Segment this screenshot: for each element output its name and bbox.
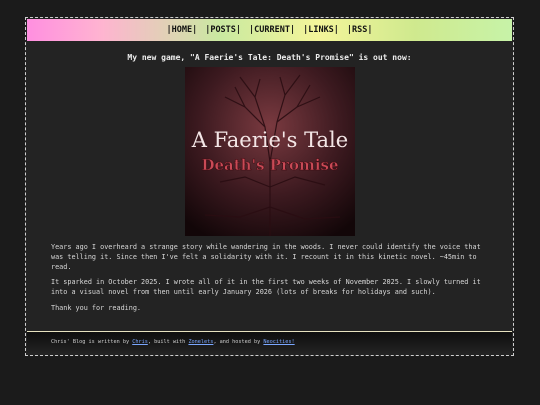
announcement-heading: My new game, "A Faerie's Tale: Death's P…: [127, 53, 412, 62]
nav-posts-link[interactable]: |POSTS|: [205, 25, 241, 35]
footer-builder-link[interactable]: Zonelets: [188, 339, 213, 345]
nav-rss-link[interactable]: |RSS|: [347, 25, 373, 35]
game-cover-image[interactable]: A Faerie's Tale Death's Promise: [185, 67, 355, 236]
footer-text-2: , built with: [147, 339, 189, 345]
cover-title: A Faerie's Tale: [191, 128, 348, 152]
timeline-paragraph: It sparked in October 2025. I wrote all …: [51, 278, 481, 296]
top-nav: |HOME| |POSTS| |CURRENT| |LINKS| |RSS|: [27, 19, 512, 41]
cover-subtitle: Death's Promise: [201, 156, 338, 174]
footer-author-link[interactable]: Chris: [132, 339, 148, 345]
site-footer: Chris' Blog is written by Chris, built w…: [27, 331, 512, 354]
nav-home-link[interactable]: |HOME|: [166, 25, 197, 35]
footer-text-3: , and hosted by: [213, 339, 264, 345]
thanks-paragraph: Thank you for reading.: [51, 304, 142, 312]
footer-text-1: Chris' Blog is written by: [51, 339, 133, 345]
nav-links-link[interactable]: |LINKS|: [303, 25, 339, 35]
intro-paragraph: Years ago I overheard a strange story wh…: [51, 243, 481, 271]
footer-host-link[interactable]: Neocities!: [263, 339, 294, 345]
nav-current-link[interactable]: |CURRENT|: [249, 25, 295, 35]
